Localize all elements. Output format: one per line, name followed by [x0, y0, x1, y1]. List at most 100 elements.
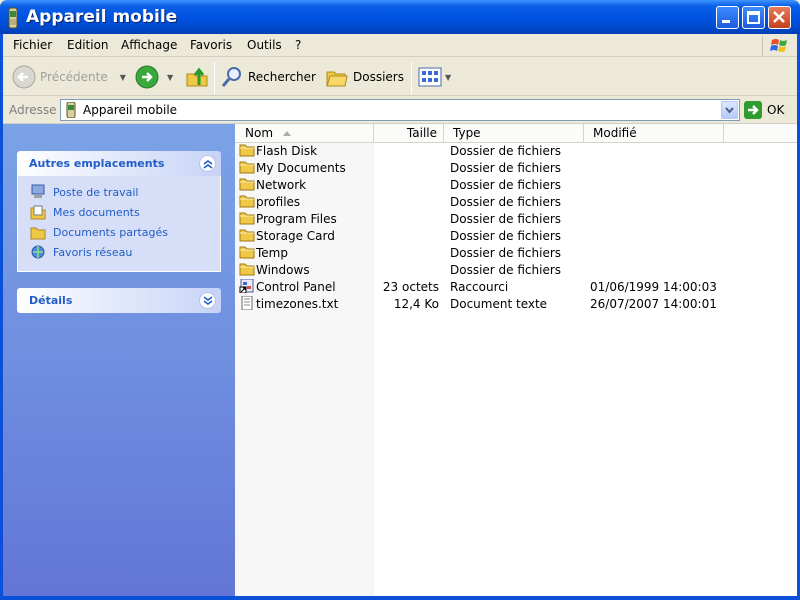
minimize-button[interactable] — [716, 6, 739, 29]
folder-icon — [239, 194, 255, 208]
my-computer-icon — [30, 184, 46, 200]
views-dropdown-icon[interactable]: ▼ — [445, 73, 451, 82]
file-size: 23 octets — [382, 280, 439, 294]
address-bar: Adresse Appareil mobile OK — [0, 97, 800, 124]
table-row[interactable]: Control Panel 23 octets Raccourci 01/06/199… — [235, 278, 797, 296]
back-button[interactable]: Précédente ▼ — [12, 62, 126, 92]
file-type: Dossier de fichiers — [450, 212, 562, 226]
table-row[interactable]: My Documents Dossier de fichiers — [235, 160, 797, 177]
file-type: Raccourci — [450, 280, 509, 294]
sidebar-item-my-documents[interactable]: Mes documents — [30, 203, 140, 221]
table-row[interactable]: Flash Disk Dossier de fichiers — [235, 143, 797, 160]
toolbar: Précédente ▼ ▼ Rechercher Dossiers ▼ — [0, 58, 800, 96]
folders-button[interactable]: Dossiers — [325, 62, 404, 92]
my-documents-icon — [30, 204, 46, 220]
column-header-name[interactable]: Nom — [235, 124, 374, 142]
go-button[interactable]: OK — [744, 101, 784, 119]
sort-ascending-icon — [283, 131, 291, 136]
forward-dropdown-icon[interactable]: ▼ — [167, 73, 173, 82]
file-modified: 01/06/1999 14:00:03 — [590, 280, 717, 294]
go-label: OK — [767, 103, 785, 117]
window-border — [0, 596, 800, 600]
file-list: Nom Taille Type Modifié Flash Disk Dossie… — [235, 124, 797, 596]
file-name: timezones.txt — [256, 297, 339, 311]
file-name: Windows — [256, 263, 310, 277]
views-grid-icon — [418, 67, 442, 87]
menu-bar: Fichier Edition Affichage Favoris Outils… — [0, 34, 800, 57]
menu-affichage[interactable]: Affichage — [121, 38, 177, 52]
column-header-type[interactable]: Type — [444, 124, 584, 142]
window-title: Appareil mobile — [26, 7, 178, 27]
back-dropdown-icon[interactable]: ▼ — [120, 73, 126, 82]
table-row[interactable]: Program Files Dossier de fichiers — [235, 211, 797, 228]
maximize-icon — [747, 11, 760, 24]
network-places-icon — [30, 244, 46, 260]
file-type: Dossier de fichiers — [450, 229, 562, 243]
folders-label: Dossiers — [353, 70, 404, 84]
folder-icon — [239, 228, 255, 242]
views-button[interactable]: ▼ — [418, 62, 451, 92]
search-icon — [221, 67, 241, 87]
table-row[interactable]: Storage Card Dossier de fichiers — [235, 228, 797, 245]
menu-outils[interactable]: Outils — [247, 38, 282, 52]
sidebar-item-shared-documents[interactable]: Documents partagés — [30, 223, 168, 241]
up-folder-button[interactable] — [185, 62, 209, 92]
forward-arrow-icon — [135, 65, 159, 89]
menu-help[interactable]: ? — [295, 38, 301, 52]
folders-icon — [326, 71, 348, 87]
column-header-modified[interactable]: Modifié — [584, 124, 724, 142]
expand-down-icon[interactable] — [199, 292, 216, 309]
minimize-icon — [722, 20, 730, 23]
collapse-up-icon[interactable] — [199, 155, 216, 172]
mobile-device-icon — [66, 102, 76, 118]
column-header-size[interactable]: Taille — [374, 124, 444, 142]
maximize-button[interactable] — [742, 6, 765, 29]
menu-favoris[interactable]: Favoris — [190, 38, 232, 52]
table-row[interactable]: Network Dossier de fichiers — [235, 177, 797, 194]
back-label: Précédente — [40, 70, 108, 84]
file-name: Temp — [256, 246, 288, 260]
sidebar-item-label: Poste de travail — [53, 185, 139, 199]
sidebar-item-my-computer[interactable]: Poste de travail — [30, 183, 138, 201]
folder-icon — [239, 160, 255, 174]
file-type: Dossier de fichiers — [450, 161, 562, 175]
close-button[interactable] — [768, 6, 791, 29]
toolbar-separator — [411, 62, 412, 94]
chevron-down-icon — [725, 107, 734, 114]
other-places-header[interactable]: Autres emplacements — [17, 151, 221, 176]
back-arrow-icon — [12, 65, 36, 89]
table-row[interactable]: Windows Dossier de fichiers — [235, 262, 797, 279]
file-name: profiles — [256, 195, 301, 209]
window-border — [0, 34, 3, 600]
folder-icon — [239, 262, 255, 276]
table-row[interactable]: profiles Dossier de fichiers — [235, 194, 797, 211]
sidebar-item-network-places[interactable]: Favoris réseau — [30, 243, 132, 261]
menu-fichier[interactable]: Fichier — [13, 38, 52, 52]
table-row[interactable]: timezones.txt 12,4 Ko Document texte 26/07/… — [235, 295, 797, 313]
go-arrow-icon — [744, 101, 762, 119]
address-field[interactable]: Appareil mobile — [60, 99, 740, 121]
file-name: Control Panel — [256, 280, 336, 294]
search-button[interactable]: Rechercher — [220, 62, 316, 92]
other-places-panel: Poste de travail Mes documents Documents… — [17, 176, 221, 272]
menu-edition[interactable]: Edition — [67, 38, 109, 52]
close-icon — [773, 11, 785, 23]
shortcut-icon — [239, 278, 255, 294]
forward-button[interactable]: ▼ — [135, 62, 173, 92]
details-header[interactable]: Détails — [17, 288, 221, 313]
file-type: Document texte — [450, 297, 548, 311]
sidebar-item-label: Documents partagés — [53, 225, 168, 239]
address-dropdown-button[interactable] — [721, 101, 738, 119]
file-size: 12,4 Ko — [393, 297, 439, 311]
address-value: Appareil mobile — [83, 103, 178, 117]
file-name: Network — [256, 178, 307, 192]
mobile-device-icon — [8, 7, 18, 29]
file-name: Flash Disk — [256, 144, 318, 158]
file-type: Dossier de fichiers — [450, 263, 562, 277]
folder-icon — [239, 211, 255, 225]
table-row[interactable]: Temp Dossier de fichiers — [235, 245, 797, 262]
folder-icon — [239, 143, 255, 157]
file-name: Program Files — [256, 212, 337, 226]
title-bar[interactable]: Appareil mobile — [0, 0, 800, 34]
sidebar-item-label: Favoris réseau — [53, 245, 133, 259]
